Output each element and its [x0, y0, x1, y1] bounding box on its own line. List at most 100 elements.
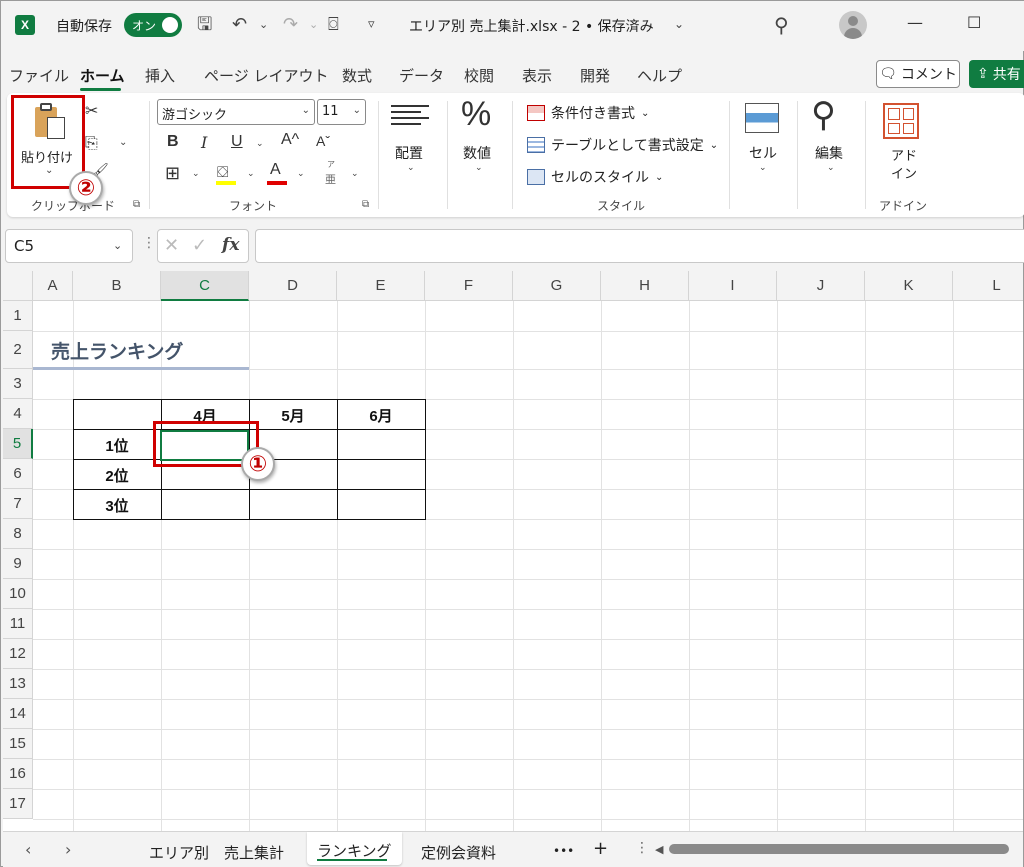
- formula-input[interactable]: [255, 229, 1024, 263]
- column-header-j[interactable]: J: [777, 271, 865, 301]
- font-color-icon[interactable]: A: [270, 161, 281, 179]
- row-header-12[interactable]: 12: [3, 639, 33, 669]
- tab-insert[interactable]: 挿入: [145, 65, 175, 86]
- font-name-select[interactable]: 游ゴシック ⌄: [157, 99, 315, 125]
- camera-icon[interactable]: ⌼: [328, 13, 339, 37]
- row-header-10[interactable]: 10: [3, 579, 33, 609]
- table-header-june[interactable]: 6月: [337, 405, 425, 426]
- tab-review[interactable]: 校閲: [464, 65, 494, 86]
- share-button[interactable]: ⇪ 共有: [969, 60, 1024, 88]
- tab-home[interactable]: ホーム: [80, 65, 125, 86]
- comment-button[interactable]: 🗨 コメント: [876, 60, 960, 88]
- select-all-corner[interactable]: [3, 271, 33, 301]
- tab-file[interactable]: ファイル: [9, 65, 69, 86]
- undo-dropdown-chevron-icon[interactable]: ⌄: [259, 13, 268, 37]
- row-header-8[interactable]: 8: [3, 519, 33, 549]
- column-header-b[interactable]: B: [73, 271, 161, 301]
- cell-styles-button[interactable]: セルのスタイル ⌄: [527, 167, 663, 187]
- row-header-5[interactable]: 5: [3, 429, 33, 459]
- save-icon[interactable]: 🖫: [197, 13, 212, 37]
- copy-chevron-down-icon[interactable]: ⌄: [119, 137, 127, 148]
- row-header-3[interactable]: 3: [3, 369, 33, 399]
- alignment-button-label[interactable]: 配置: [395, 143, 423, 163]
- row-header-17[interactable]: 17: [3, 789, 33, 819]
- row-header-1[interactable]: 1: [3, 301, 33, 331]
- undo-icon[interactable]: ↶: [232, 13, 247, 37]
- row-header-6[interactable]: 6: [3, 459, 33, 489]
- column-header-g[interactable]: G: [513, 271, 601, 301]
- fill-color-icon[interactable]: ⛋: [217, 163, 228, 181]
- column-header-e[interactable]: E: [337, 271, 425, 301]
- row-header-15[interactable]: 15: [3, 729, 33, 759]
- tab-formulas[interactable]: 数式: [342, 65, 372, 86]
- insert-function-icon[interactable]: fx: [222, 235, 239, 255]
- number-format-icon[interactable]: %: [461, 95, 491, 134]
- sheet-tab-meeting-materials[interactable]: 定例会資料: [421, 842, 496, 863]
- column-header-f[interactable]: F: [425, 271, 513, 301]
- column-header-a[interactable]: A: [33, 271, 73, 301]
- table-row-label-1[interactable]: 1位: [73, 435, 161, 456]
- title-chevron-down-icon[interactable]: ⌄: [674, 17, 684, 31]
- cells-button-label[interactable]: セル: [749, 143, 777, 163]
- column-header-d[interactable]: D: [249, 271, 337, 301]
- format-as-table-button[interactable]: テーブルとして書式設定 ⌄: [527, 135, 718, 155]
- row-header-7[interactable]: 7: [3, 489, 33, 519]
- column-header-k[interactable]: K: [865, 271, 953, 301]
- formula-bar-options-icon[interactable]: ⋮: [142, 235, 156, 251]
- redo-icon[interactable]: ↷: [283, 13, 298, 37]
- phonetic-chevron-down-icon[interactable]: ⌄: [351, 169, 359, 179]
- next-sheet-icon[interactable]: ›: [65, 840, 71, 859]
- horizontal-scrollbar[interactable]: [669, 844, 1009, 854]
- column-header-h[interactable]: H: [601, 271, 689, 301]
- column-header-i[interactable]: I: [689, 271, 777, 301]
- grow-font-button[interactable]: A^: [281, 131, 299, 149]
- number-button-label[interactable]: 数値: [463, 143, 491, 163]
- cut-icon[interactable]: ✂: [85, 101, 98, 120]
- tab-page-layout[interactable]: ページ レイアウト: [204, 65, 328, 86]
- cells-chevron-down-icon[interactable]: ⌄: [759, 163, 767, 173]
- customize-toolbar-icon[interactable]: ▿: [368, 13, 375, 37]
- tab-developer[interactable]: 開発: [580, 65, 610, 86]
- borders-chevron-down-icon[interactable]: ⌄: [192, 169, 200, 179]
- fill-color-chevron-down-icon[interactable]: ⌄: [247, 169, 255, 179]
- row-header-2[interactable]: 2: [3, 331, 33, 369]
- document-title[interactable]: エリア別 売上集計.xlsx - 2 • 保存済み: [409, 16, 654, 36]
- enter-check-icon[interactable]: ✓: [192, 235, 207, 256]
- row-header-16[interactable]: 16: [3, 759, 33, 789]
- phonetic-guide-top[interactable]: ア: [327, 159, 335, 170]
- addins-label-line1[interactable]: アド: [891, 145, 917, 164]
- phonetic-guide-bottom[interactable]: 亜: [325, 171, 336, 187]
- underline-chevron-down-icon[interactable]: ⌄: [256, 139, 264, 149]
- addins-icon[interactable]: [883, 103, 919, 139]
- cells-icon[interactable]: [745, 103, 779, 133]
- addins-label-line2[interactable]: イン: [891, 163, 917, 182]
- redo-dropdown-chevron-icon[interactable]: ⌄: [309, 13, 318, 37]
- table-header-may[interactable]: 5月: [249, 405, 337, 426]
- minimize-icon[interactable]: —: [907, 13, 923, 32]
- font-color-chevron-down-icon[interactable]: ⌄: [297, 169, 305, 179]
- underline-button[interactable]: U: [231, 133, 243, 151]
- avatar[interactable]: [839, 11, 867, 39]
- row-header-9[interactable]: 9: [3, 549, 33, 579]
- previous-sheet-icon[interactable]: ‹: [25, 840, 31, 859]
- column-header-l[interactable]: L: [953, 271, 1023, 301]
- row-header-11[interactable]: 11: [3, 609, 33, 639]
- add-sheet-button[interactable]: +: [593, 838, 608, 859]
- row-header-4[interactable]: 4: [3, 399, 33, 429]
- editing-chevron-down-icon[interactable]: ⌄: [827, 163, 835, 173]
- font-launcher-icon[interactable]: ⧉: [362, 199, 369, 210]
- editing-button-label[interactable]: 編集: [815, 143, 843, 163]
- font-size-select[interactable]: 11 ⌄: [317, 99, 366, 125]
- borders-icon[interactable]: ⊞: [165, 163, 180, 184]
- autosave-toggle[interactable]: オン: [124, 13, 182, 37]
- column-header-c[interactable]: C: [161, 271, 249, 301]
- tab-help[interactable]: ヘルプ: [637, 65, 682, 86]
- clipboard-launcher-icon[interactable]: ⧉: [133, 199, 140, 210]
- number-chevron-down-icon[interactable]: ⌄: [475, 163, 483, 173]
- table-row-label-3[interactable]: 3位: [73, 495, 161, 516]
- row-header-13[interactable]: 13: [3, 669, 33, 699]
- scroll-left-icon[interactable]: ◀: [655, 843, 663, 856]
- cancel-icon[interactable]: ✕: [164, 235, 179, 256]
- editing-search-icon[interactable]: ⚲: [811, 95, 836, 135]
- table-row-label-2[interactable]: 2位: [73, 465, 161, 486]
